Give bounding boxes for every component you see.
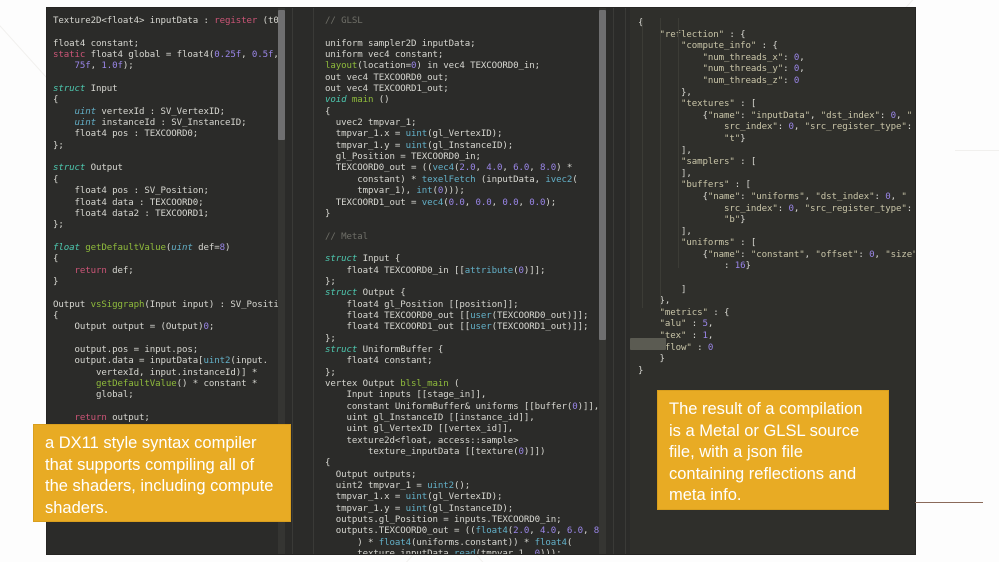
output-pane-scrollbar[interactable] bbox=[599, 8, 606, 554]
output-pane-scrollbar-thumb[interactable] bbox=[599, 10, 606, 340]
pane-separator-1 bbox=[292, 8, 293, 554]
slide-canvas: Texture2D<float4> inputData : register (… bbox=[0, 0, 999, 562]
pane-separator-3 bbox=[613, 8, 614, 554]
json-pane-scrollbar[interactable] bbox=[630, 8, 666, 554]
callout-output-description: The result of a compilation is a Metal o… bbox=[657, 390, 889, 510]
reflection-json-code: { "reflection" : { "compute_info" : { "n… bbox=[638, 18, 915, 376]
json-indent-guide-2 bbox=[660, 18, 661, 308]
json-indent-guide-1 bbox=[642, 18, 643, 308]
background-diagonal-5 bbox=[955, 150, 999, 151]
pane-separator-2 bbox=[313, 8, 314, 554]
hlsl-pane-scrollbar-thumb[interactable] bbox=[278, 10, 285, 140]
decorative-rule bbox=[915, 502, 983, 503]
background-diagonal-3 bbox=[930, 0, 999, 518]
pane-separator-4 bbox=[625, 8, 626, 554]
callout-compiler-description: a DX11 style syntax compiler that suppor… bbox=[33, 424, 291, 522]
hlsl-source-code: Texture2D<float4> inputData : register (… bbox=[53, 16, 285, 434]
json-pane-scrollbar-thumb[interactable] bbox=[630, 338, 666, 350]
generated-output-pane[interactable]: // GLSL uniform sampler2D inputData; uni… bbox=[319, 8, 606, 554]
json-indent-guide-3 bbox=[678, 18, 679, 268]
generated-output-code: // GLSL uniform sampler2D inputData; uni… bbox=[325, 16, 606, 554]
